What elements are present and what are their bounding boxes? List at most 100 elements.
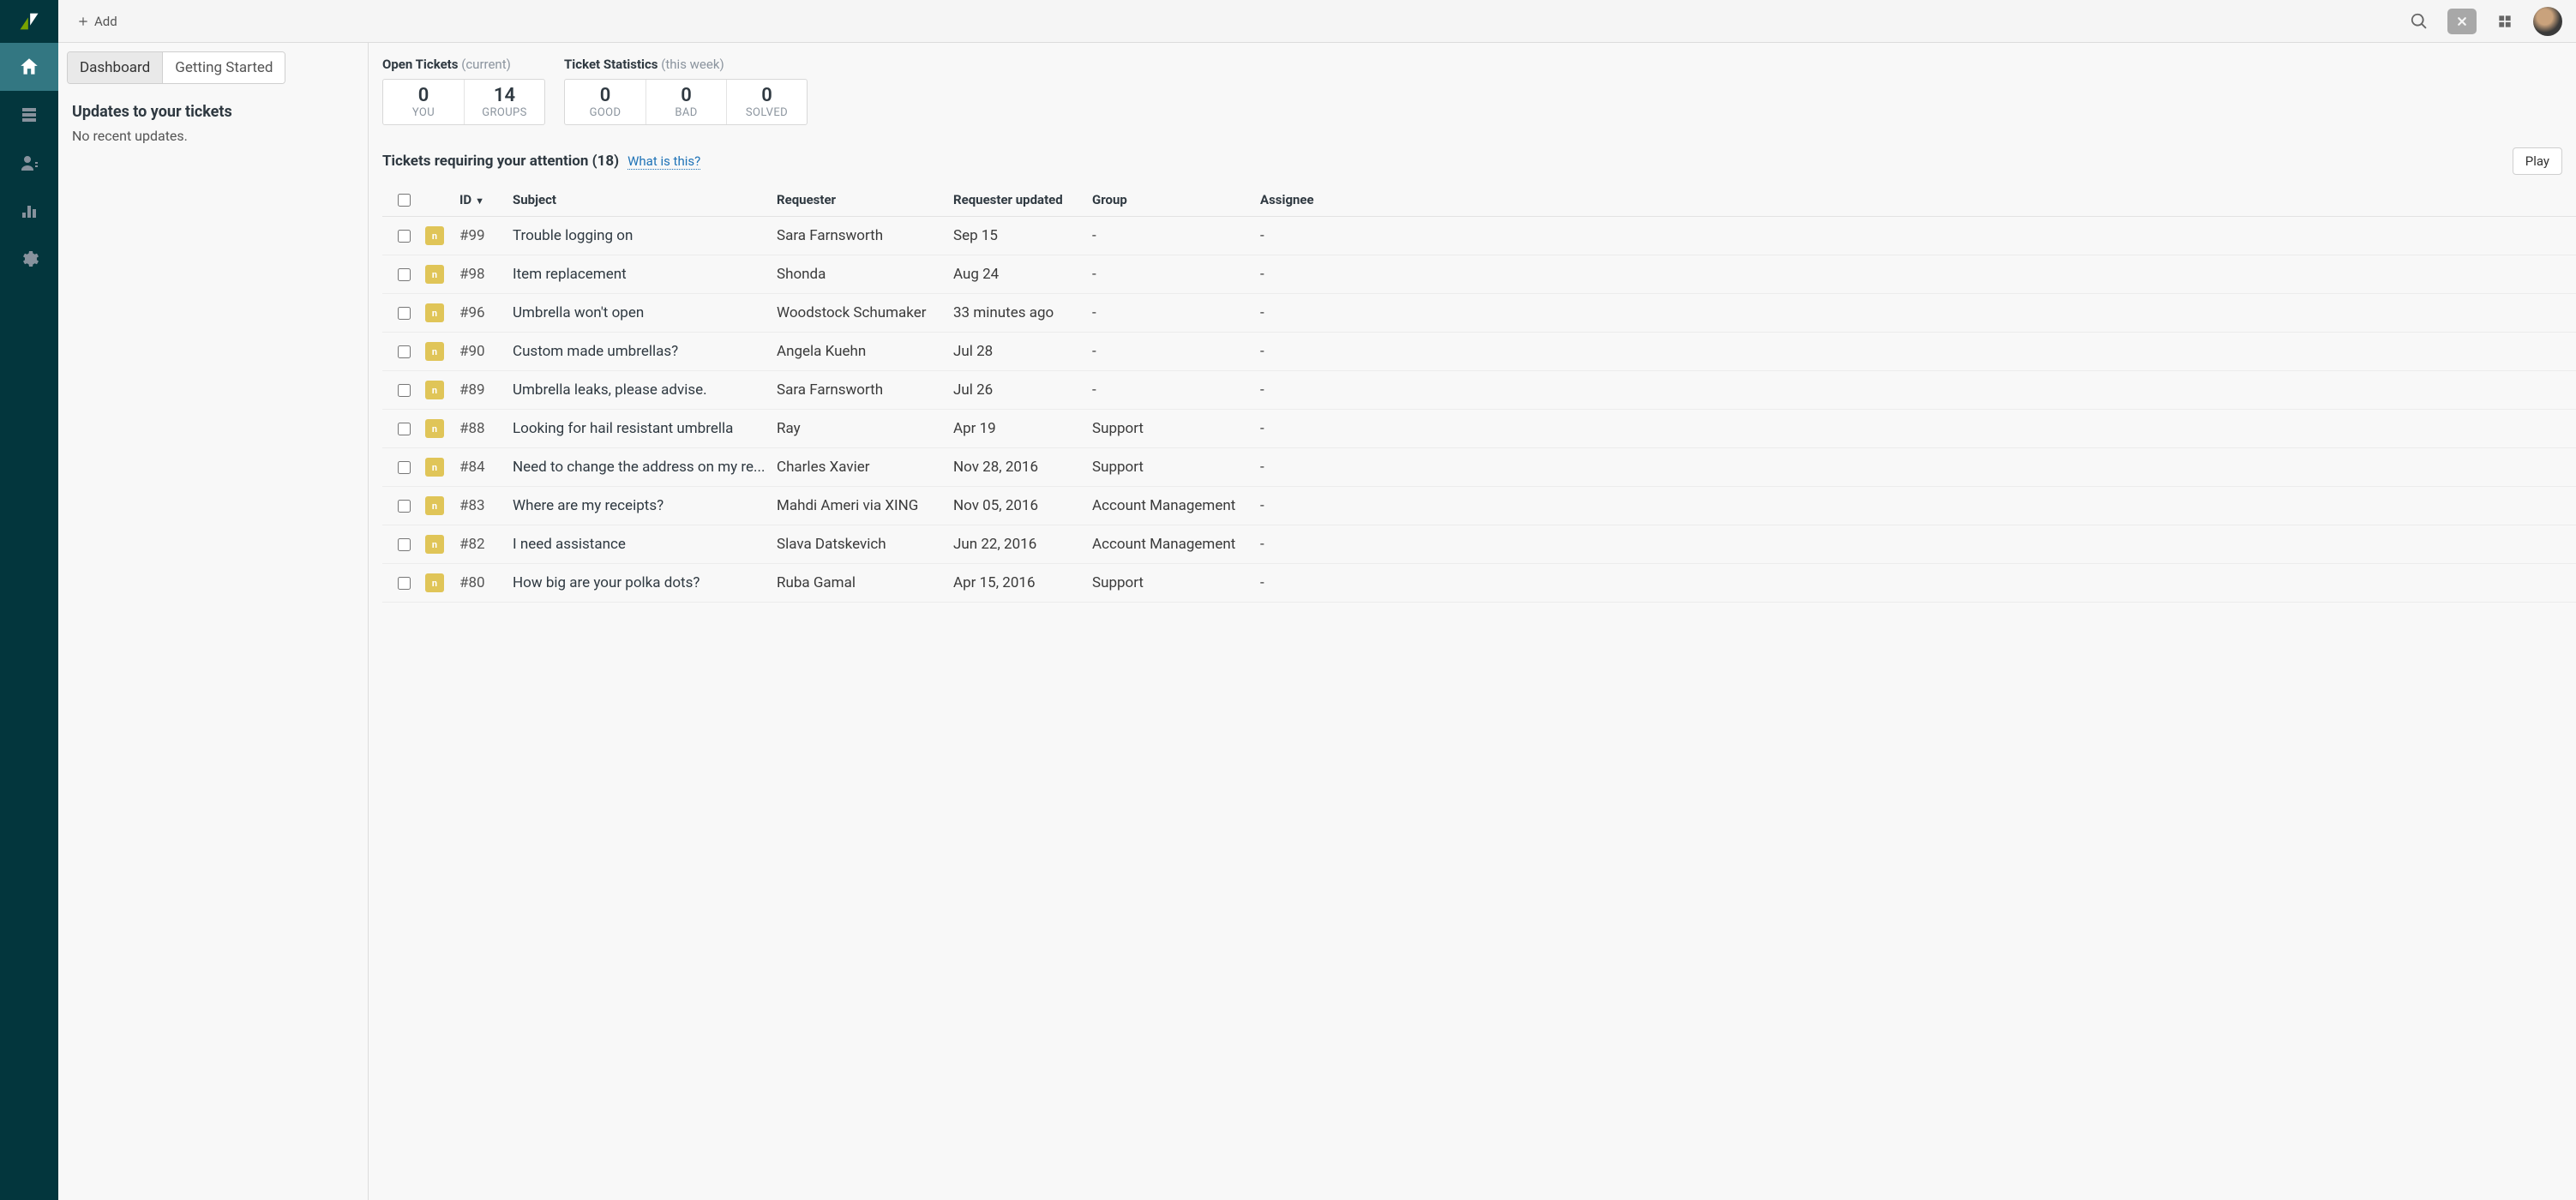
ticket-group: -	[1092, 227, 1260, 244]
status-cell: n	[425, 535, 459, 554]
workspace-tabs: Dashboard Getting Started	[67, 51, 285, 84]
ticket-requester: Woodstock Schumaker	[777, 304, 953, 321]
ticket-requester: Ray	[777, 420, 953, 437]
ticket-subject: Trouble logging on	[513, 227, 777, 244]
status-cell: n	[425, 226, 459, 245]
status-chip: n	[425, 381, 444, 399]
ticket-stats-muted: (this week)	[661, 57, 724, 72]
conversations-button[interactable]	[2447, 9, 2477, 34]
row-checkbox[interactable]	[398, 538, 411, 551]
ticket-requester: Slava Datskevich	[777, 536, 953, 553]
header-id[interactable]: ID▼	[459, 192, 513, 207]
ticket-updated: Nov 05, 2016	[953, 497, 1092, 514]
home-icon	[18, 56, 40, 78]
ticket-requester: Ruba Gamal	[777, 574, 953, 591]
ticket-subject: Umbrella won't open	[513, 304, 777, 321]
ticket-updated: Jun 22, 2016	[953, 536, 1092, 553]
stat-box[interactable]: 0BAD	[646, 80, 726, 124]
play-button[interactable]: Play	[2513, 147, 2562, 175]
ticket-row[interactable]: n#90Custom made umbrellas?Angela KuehnJu…	[382, 333, 2576, 371]
header-requester[interactable]: Requester	[777, 192, 953, 207]
ticket-table: ID▼ Subject Requester Requester updated …	[382, 183, 2576, 603]
ticket-row[interactable]: n#84Need to change the address on my re.…	[382, 448, 2576, 487]
row-checkbox-cell	[382, 268, 425, 281]
ticket-stats-label: Ticket Statistics (this week)	[564, 57, 808, 72]
stat-box[interactable]: 0GOOD	[565, 80, 646, 124]
search-button[interactable]	[2403, 5, 2435, 38]
ticket-id: #90	[459, 343, 513, 360]
ticket-row[interactable]: n#96Umbrella won't openWoodstock Schumak…	[382, 294, 2576, 333]
apps-button[interactable]	[2489, 5, 2521, 38]
row-checkbox[interactable]	[398, 384, 411, 397]
ticket-row[interactable]: n#80How big are your polka dots?Ruba Gam…	[382, 564, 2576, 603]
header-assignee[interactable]: Assignee	[1260, 192, 2576, 207]
header-id-text: ID	[459, 192, 471, 207]
left-panel: Dashboard Getting Started Updates to you…	[58, 43, 369, 1200]
ticket-group: -	[1092, 343, 1260, 360]
attention-title: Tickets requiring your attention (18)	[382, 153, 619, 170]
add-button[interactable]: Add	[72, 10, 123, 33]
ticket-assignee: -	[1260, 574, 2576, 591]
stat-box[interactable]: 14GROUPS	[464, 80, 544, 124]
ticket-row[interactable]: n#83Where are my receipts?Mahdi Ameri vi…	[382, 487, 2576, 525]
open-tickets-title: Open Tickets	[382, 57, 458, 72]
row-checkbox[interactable]	[398, 345, 411, 358]
ticket-assignee: -	[1260, 304, 2576, 321]
ticket-updated: Nov 28, 2016	[953, 459, 1092, 476]
header-subject[interactable]: Subject	[513, 192, 777, 207]
ticket-updated: 33 minutes ago	[953, 304, 1092, 321]
row-checkbox[interactable]	[398, 268, 411, 281]
ticket-table-header: ID▼ Subject Requester Requester updated …	[382, 183, 2576, 217]
nav-admin[interactable]	[0, 235, 58, 283]
select-all-checkbox[interactable]	[398, 194, 411, 207]
ticket-row[interactable]: n#99Trouble logging onSara FarnsworthSep…	[382, 217, 2576, 255]
row-checkbox[interactable]	[398, 461, 411, 474]
status-cell: n	[425, 303, 459, 322]
stat-value: 0	[580, 85, 630, 106]
row-checkbox[interactable]	[398, 423, 411, 435]
add-label: Add	[94, 14, 117, 29]
status-chip: n	[425, 303, 444, 322]
comment-close-icon	[2454, 14, 2470, 29]
ticket-assignee: -	[1260, 420, 2576, 437]
views-icon	[19, 105, 39, 125]
attention-header: Tickets requiring your attention (18) Wh…	[382, 147, 2576, 175]
ticket-assignee: -	[1260, 227, 2576, 244]
tab-getting-started[interactable]: Getting Started	[162, 52, 285, 83]
ticket-row[interactable]: n#88Looking for hail resistant umbrellaR…	[382, 410, 2576, 448]
status-chip: n	[425, 573, 444, 592]
header-group[interactable]: Group	[1092, 192, 1260, 207]
row-checkbox[interactable]	[398, 307, 411, 320]
header-updated[interactable]: Requester updated	[953, 192, 1092, 207]
open-tickets-group: Open Tickets (current) 0YOU14GROUPS	[382, 57, 545, 125]
updates-block: Updates to your tickets No recent update…	[58, 84, 368, 163]
nav-customers[interactable]	[0, 139, 58, 187]
logo-icon	[17, 9, 41, 33]
stat-box[interactable]: 0SOLVED	[726, 80, 807, 124]
row-checkbox-cell	[382, 500, 425, 513]
row-checkbox[interactable]	[398, 230, 411, 243]
ticket-stats-group: Ticket Statistics (this week) 0GOOD0BAD0…	[564, 57, 808, 125]
avatar[interactable]	[2533, 7, 2562, 36]
ticket-requester: Sara Farnsworth	[777, 227, 953, 244]
nav-reporting[interactable]	[0, 187, 58, 235]
nav-home[interactable]	[0, 43, 58, 91]
ticket-row[interactable]: n#98Item replacementShondaAug 24--	[382, 255, 2576, 294]
stat-value: 14	[480, 85, 529, 106]
row-checkbox[interactable]	[398, 577, 411, 590]
stat-box[interactable]: 0YOU	[383, 80, 464, 124]
tab-dashboard[interactable]: Dashboard	[68, 52, 162, 83]
row-checkbox-cell	[382, 423, 425, 435]
stat-label: GOOD	[580, 106, 630, 119]
what-is-this-link[interactable]: What is this?	[627, 153, 700, 170]
ticket-row[interactable]: n#89Umbrella leaks, please advise.Sara F…	[382, 371, 2576, 410]
right-panel: Open Tickets (current) 0YOU14GROUPS Tick…	[369, 43, 2576, 1200]
main-column: Add Dashboard Getting Started	[58, 0, 2576, 1200]
ticket-group: -	[1092, 304, 1260, 321]
ticket-assignee: -	[1260, 343, 2576, 360]
row-checkbox[interactable]	[398, 500, 411, 513]
status-cell: n	[425, 381, 459, 399]
nav-views[interactable]	[0, 91, 58, 139]
status-chip: n	[425, 342, 444, 361]
ticket-row[interactable]: n#82I need assistanceSlava DatskevichJun…	[382, 525, 2576, 564]
